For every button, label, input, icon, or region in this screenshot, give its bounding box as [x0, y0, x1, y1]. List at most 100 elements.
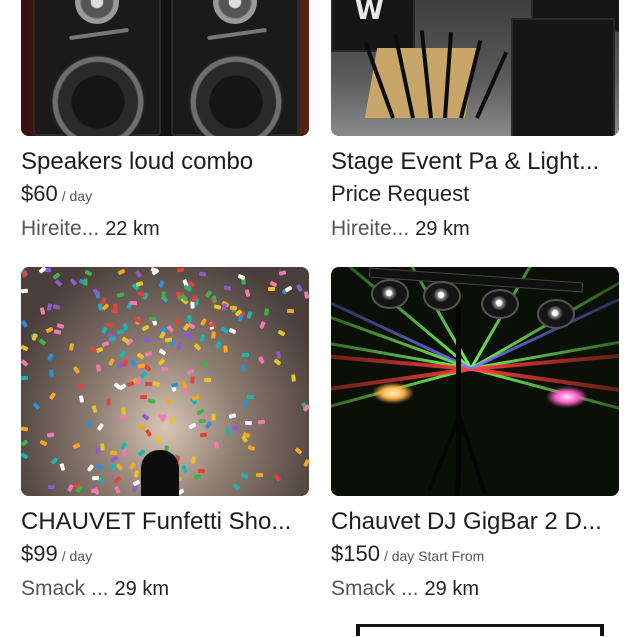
confetti-piece: [100, 443, 106, 451]
confetti-piece: [72, 443, 81, 450]
confetti-piece: [198, 271, 206, 277]
price-row: $60/ day: [21, 180, 311, 211]
price-row: $99/ day: [21, 540, 311, 571]
confetti-piece: [101, 303, 110, 312]
confetti-piece: [33, 402, 41, 410]
confetti-piece: [241, 364, 246, 373]
confetti-piece: [137, 423, 146, 430]
confetti-piece: [106, 398, 111, 406]
confetti-piece: [21, 375, 29, 381]
confetti-piece: [188, 422, 197, 430]
listing-title[interactable]: CHAUVET Funfetti Sho...: [21, 508, 311, 536]
confetti-piece: [200, 318, 208, 327]
location-row: Smack ... 29 km: [21, 575, 311, 605]
listing-title[interactable]: Speakers loud combo: [21, 148, 311, 176]
confetti-piece: [21, 270, 28, 279]
confetti-piece: [160, 414, 167, 423]
confetti-piece: [211, 413, 216, 421]
confetti-piece: [170, 382, 178, 388]
confetti-piece: [91, 405, 98, 414]
confetti-piece: [21, 426, 29, 432]
confetti-piece: [223, 345, 229, 354]
listing-card[interactable]: Chauvet DJ GigBar 2 D... $150/ day Start…: [331, 267, 621, 605]
listing-card[interactable]: CHAUVET Funfetti Sho... $99/ day Smack .…: [21, 267, 311, 605]
confetti-piece: [69, 342, 75, 351]
confetti-piece: [144, 381, 152, 386]
confetti-piece: [273, 358, 282, 366]
confetti-piece: [241, 398, 249, 408]
listing-price: Price Request: [331, 181, 470, 206]
confetti-piece: [245, 289, 251, 297]
confetti-piece: [21, 439, 29, 447]
confetti-piece: [21, 345, 29, 352]
confetti-piece: [207, 322, 216, 328]
confetti-piece: [223, 284, 232, 291]
confetti-piece: [21, 288, 29, 293]
confetti-piece: [38, 267, 47, 274]
listing-title[interactable]: Chauvet DJ GigBar 2 D...: [331, 508, 621, 536]
confetti-piece: [116, 292, 125, 299]
confetti-piece: [177, 341, 183, 350]
confetti-piece: [193, 473, 202, 481]
confetti-piece: [158, 348, 167, 356]
listing-card[interactable]: Speakers loud combo $60/ day Hireite... 2…: [21, 0, 311, 245]
confetti-piece: [133, 316, 142, 324]
confetti-piece: [49, 369, 54, 377]
confetti-piece: [277, 329, 286, 337]
confetti-piece: [73, 366, 81, 375]
confetti-piece: [45, 326, 54, 334]
confetti-piece: [247, 395, 255, 400]
confetti-piece: [198, 468, 206, 473]
confetti-piece: [296, 283, 304, 292]
confetti-piece: [211, 294, 217, 303]
confetti-piece: [291, 374, 296, 382]
listing-image-confetti[interactable]: [21, 267, 309, 496]
confetti-piece: [199, 432, 207, 438]
confetti-piece: [203, 377, 211, 382]
confetti-piece: [221, 303, 227, 312]
confetti-piece: [258, 419, 266, 424]
confetti-piece: [134, 270, 142, 279]
confetti-piece: [191, 456, 197, 465]
confetti-piece: [109, 336, 117, 342]
confetti-piece: [117, 268, 126, 276]
listing-image-stage-gear[interactable]: W: [331, 0, 619, 136]
confetti-piece: [46, 303, 53, 311]
confetti-piece: [229, 305, 237, 310]
confetti-piece: [84, 270, 93, 277]
confetti-piece: [137, 291, 146, 298]
confetti-piece: [258, 355, 266, 364]
confetti-piece: [232, 483, 241, 491]
confetti-piece: [134, 470, 140, 478]
confetti-piece: [181, 387, 190, 396]
confetti-piece: [101, 340, 110, 347]
price-unit: / day Start From: [383, 548, 485, 564]
confetti-piece: [118, 350, 127, 358]
confetti-piece: [165, 397, 173, 406]
listing-image-speakers[interactable]: [21, 0, 309, 136]
confetti-piece: [123, 323, 129, 332]
confetti-piece: [199, 333, 206, 342]
confetti-piece: [141, 413, 150, 421]
confetti-piece: [129, 461, 137, 470]
confetti-piece: [166, 324, 175, 333]
confetti-piece: [135, 281, 144, 287]
confetti-piece: [255, 472, 264, 478]
listing-distance: 29 km: [424, 578, 479, 600]
listing-card[interactable]: W Stage Event Pa & Light... Price Reques…: [331, 0, 621, 245]
price-unit: / day: [61, 188, 93, 204]
listing-image-gigbar[interactable]: [331, 267, 619, 496]
confetti-piece: [136, 377, 141, 385]
confetti-piece: [140, 395, 148, 400]
price-row: $150/ day Start From: [331, 540, 621, 571]
confetti-piece: [200, 361, 209, 368]
confetti-piece: [303, 290, 309, 299]
listing-distance: 29 km: [415, 218, 470, 240]
confetti-piece: [46, 432, 55, 438]
confetti-piece: [110, 450, 118, 455]
confetti-piece: [242, 353, 250, 358]
confetti-piece: [96, 422, 105, 431]
listing-title[interactable]: Stage Event Pa & Light...: [331, 148, 621, 176]
confetti-piece: [275, 351, 281, 359]
listing-owner: Hireite...: [21, 217, 100, 240]
